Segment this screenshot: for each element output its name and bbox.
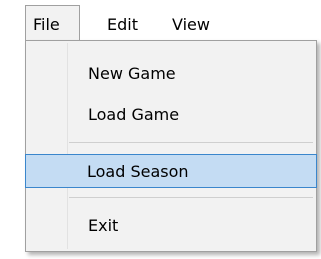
file-menu-dropdown: New Game Load Game Load Season Exit xyxy=(25,40,317,252)
menu-item-label: Load Season xyxy=(87,162,189,181)
menu-item-load-season[interactable]: Load Season xyxy=(25,154,317,188)
menu-item-label: Exit xyxy=(88,216,119,235)
menu-item-load-game[interactable]: Load Game xyxy=(27,98,315,132)
menu-separator xyxy=(69,197,313,198)
window-client-area: File Edit View New Game Load Game Load S… xyxy=(0,0,321,259)
menu-item-label: New Game xyxy=(88,64,176,83)
menu-item-label: Load Game xyxy=(88,105,180,124)
menu-bar: File Edit View xyxy=(0,0,321,42)
menu-edit[interactable]: Edit xyxy=(107,13,138,37)
menu-separator xyxy=(69,142,313,143)
menu-item-new-game[interactable]: New Game xyxy=(27,57,315,91)
menu-item-exit[interactable]: Exit xyxy=(27,209,315,243)
menu-view[interactable]: View xyxy=(172,13,210,37)
menu-file[interactable]: File xyxy=(33,13,60,37)
